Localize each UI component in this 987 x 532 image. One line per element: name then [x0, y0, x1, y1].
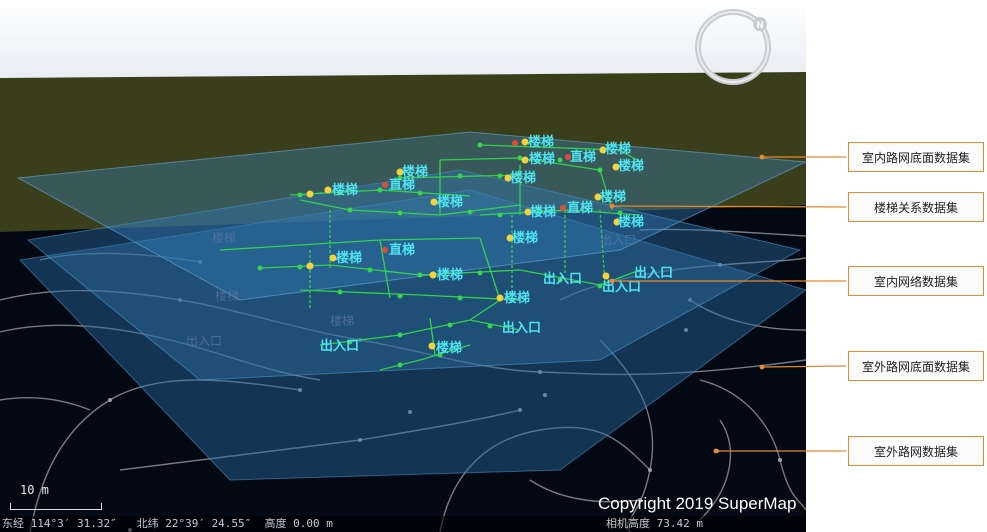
- callout-outdoor-road-network: 室外路网数据集: [848, 436, 984, 466]
- callout-stair-relation: 楼梯关系数据集: [848, 192, 984, 222]
- callout-outdoor-road-surface: 室外路网底面数据集: [848, 351, 984, 381]
- callout-indoor-network: 室内网络数据集: [848, 266, 984, 296]
- callout-leader-lines: [609, 154, 847, 454]
- callout-indoor-road-surface: 室内路网底面数据集: [848, 142, 984, 172]
